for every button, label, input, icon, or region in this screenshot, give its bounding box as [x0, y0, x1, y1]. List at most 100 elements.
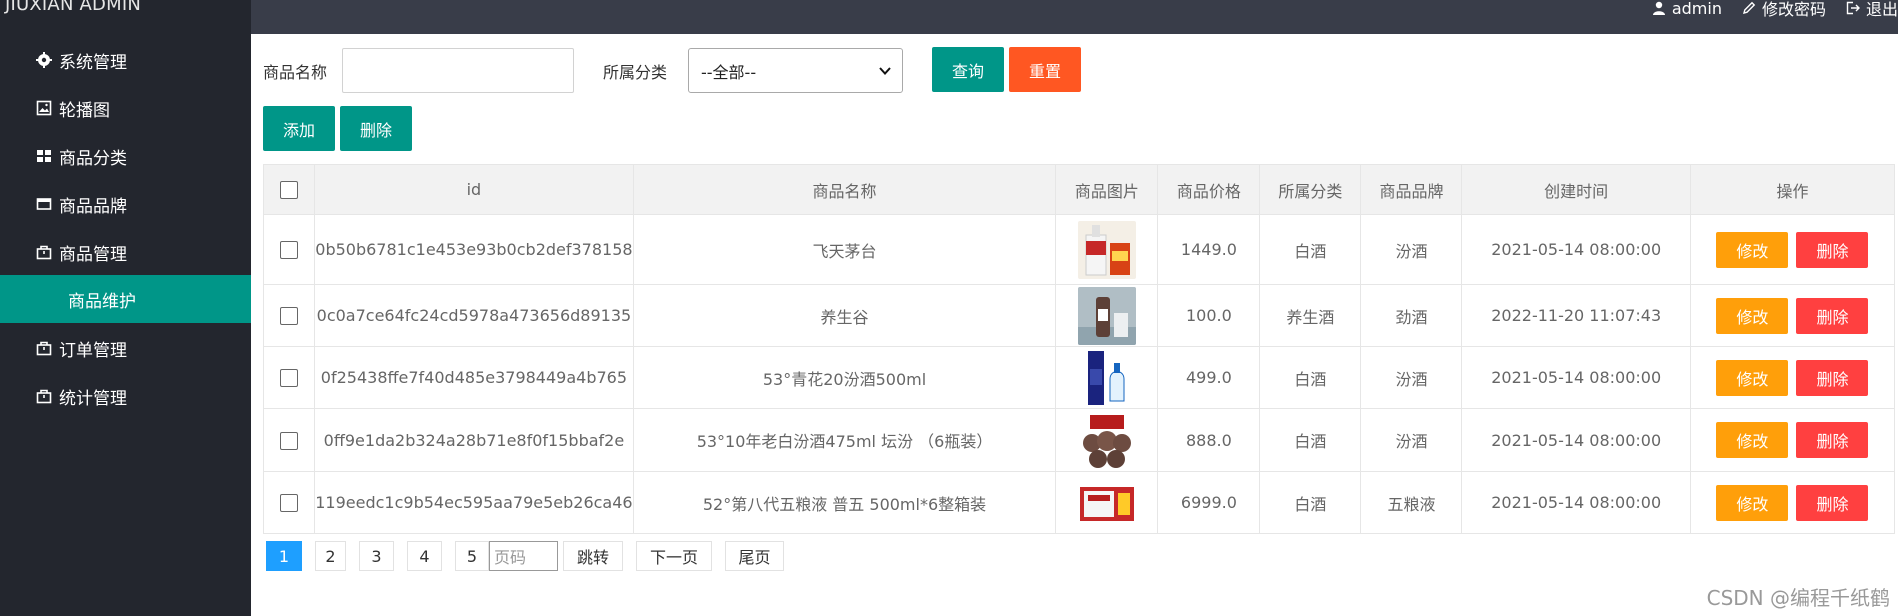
last-page-button[interactable]: 尾页: [725, 541, 784, 571]
page-number-input[interactable]: 页码: [489, 541, 558, 571]
chevron-down-icon: [879, 67, 891, 75]
cell-price: 888.0: [1157, 408, 1261, 472]
cell-created: 2021-05-14 08:00:00: [1461, 408, 1691, 472]
gear-icon: [35, 51, 53, 69]
cell-actions: 修改 删除: [1689, 284, 1896, 347]
table-row: 0b50b6781c1e453e93b0cb2def378158 飞天茅台 14…: [262, 214, 1896, 285]
goods-name-input[interactable]: [342, 48, 574, 93]
reset-button[interactable]: 重置: [1009, 47, 1081, 92]
cell-image: [1055, 346, 1159, 409]
cell-brand: 汾酒: [1360, 346, 1463, 409]
batch-delete-button[interactable]: 删除: [340, 106, 412, 151]
logout-icon: [1846, 1, 1860, 15]
pagination: 1 2 3 4 5 页码 跳转 下一页 尾页: [266, 541, 797, 571]
page-3[interactable]: 3: [359, 541, 394, 571]
product-image: [1077, 411, 1136, 469]
sidebar-item-goods[interactable]: 商品管理: [0, 228, 251, 276]
edit-button[interactable]: 修改: [1716, 231, 1789, 268]
select-all-checkbox[interactable]: [280, 181, 299, 200]
image-icon: [35, 99, 53, 117]
sidebar-item-label: 统计管理: [59, 388, 127, 409]
col-header-image: 商品图片: [1055, 164, 1159, 215]
page-5[interactable]: 5: [455, 541, 489, 571]
watermark: CSDN @编程千纸鹤: [1706, 586, 1890, 610]
table-header-row: id 商品名称 商品图片 商品价格 所属分类 商品品牌 创建时间 操作: [262, 164, 1896, 215]
cell-id: 119eedc1c9b54ec595aa79e5eb26ca46: [314, 471, 634, 534]
bag-icon: [35, 243, 53, 261]
row-checkbox[interactable]: [280, 241, 299, 260]
sidebar-item-category[interactable]: 商品分类: [0, 132, 251, 180]
top-bar: admin 修改密码 退出: [251, 0, 1898, 34]
cell-brand: 五粮液: [1360, 471, 1463, 534]
col-header-id: id: [314, 164, 634, 215]
col-header-category: 所属分类: [1259, 164, 1362, 215]
cell-brand: 汾酒: [1360, 408, 1463, 472]
edit-button[interactable]: 修改: [1716, 484, 1789, 521]
cell-actions: 修改 删除: [1689, 408, 1896, 472]
col-header-brand: 商品品牌: [1360, 164, 1463, 215]
delete-button[interactable]: 删除: [1796, 297, 1869, 334]
category-select[interactable]: --全部--: [688, 48, 903, 93]
row-select-cell: [262, 214, 316, 285]
row-checkbox[interactable]: [280, 494, 299, 513]
col-header-actions: 操作: [1689, 164, 1896, 215]
cell-price: 499.0: [1157, 346, 1261, 409]
goods-name-label: 商品名称: [263, 63, 328, 82]
row-checkbox[interactable]: [280, 369, 299, 388]
product-image: [1077, 480, 1136, 525]
edit-button[interactable]: 修改: [1716, 359, 1789, 396]
cell-created: 2021-05-14 08:00:00: [1461, 346, 1691, 409]
delete-button[interactable]: 删除: [1796, 422, 1869, 458]
user-menu[interactable]: admin: [1652, 0, 1722, 18]
delete-button[interactable]: 删除: [1796, 359, 1869, 396]
sidebar-item-carousel[interactable]: 轮播图: [0, 84, 251, 132]
edit-button[interactable]: 修改: [1716, 422, 1789, 458]
cell-category: 养生酒: [1259, 284, 1362, 347]
delete-button[interactable]: 删除: [1796, 231, 1869, 268]
cell-id: 0f25438ffe7f40d485e3798449a4b765: [314, 346, 634, 409]
cell-actions: 修改 删除: [1689, 471, 1896, 534]
select-all-cell: [262, 164, 316, 215]
cell-image: [1055, 471, 1159, 534]
sidebar-item-goods-maintain[interactable]: 商品维护: [0, 275, 251, 323]
page-2[interactable]: 2: [315, 541, 346, 571]
product-image: [1077, 220, 1136, 279]
add-button[interactable]: 添加: [263, 106, 335, 151]
grid-icon: [35, 147, 53, 165]
cell-image: [1055, 284, 1159, 347]
sidebar-item-brand[interactable]: 商品品牌: [0, 180, 251, 228]
sidebar-item-label: 商品管理: [59, 244, 127, 265]
logout-link[interactable]: 退出: [1846, 0, 1898, 20]
goods-table: id 商品名称 商品图片 商品价格 所属分类 商品品牌 创建时间 操作 0b50…: [262, 164, 1896, 534]
sidebar-item-system[interactable]: 系统管理: [0, 36, 251, 84]
sidebar-item-orders[interactable]: 订单管理: [0, 324, 251, 372]
username: admin: [1671, 0, 1722, 18]
cell-price: 6999.0: [1157, 471, 1261, 534]
table-row: 0c0a7ce64fc24cd5978a473656d89135 养生谷 100…: [262, 284, 1896, 347]
sidebar-item-stats[interactable]: 统计管理: [0, 372, 251, 420]
page-4[interactable]: 4: [407, 541, 442, 571]
table-row: 0f25438ffe7f40d485e3798449a4b765 53°青花20…: [262, 346, 1896, 409]
cell-category: 白酒: [1259, 346, 1362, 409]
cell-price: 100.0: [1157, 284, 1261, 347]
row-select-cell: [262, 471, 316, 534]
delete-button[interactable]: 删除: [1796, 484, 1869, 521]
product-image: [1077, 348, 1136, 407]
category-selected: --全部--: [701, 62, 757, 82]
edit-button[interactable]: 修改: [1716, 297, 1789, 334]
change-password-link[interactable]: 修改密码: [1742, 0, 1826, 20]
query-button[interactable]: 查询: [932, 47, 1004, 92]
jump-button[interactable]: 跳转: [563, 541, 623, 571]
category-label: 所属分类: [603, 63, 668, 82]
cell-category: 白酒: [1259, 214, 1362, 285]
cell-category: 白酒: [1259, 408, 1362, 472]
row-checkbox[interactable]: [280, 307, 299, 326]
next-page-button[interactable]: 下一页: [636, 541, 712, 571]
cell-actions: 修改 删除: [1689, 346, 1896, 409]
row-checkbox[interactable]: [280, 431, 299, 450]
table-row: 0ff9e1da2b324a28b71e8f0f15bbaf2e 53°10年老…: [262, 408, 1896, 472]
cell-created: 2021-05-14 08:00:00: [1461, 214, 1691, 285]
app-logo: JIUXIAN ADMIN: [5, 0, 142, 15]
page-1[interactable]: 1: [266, 541, 302, 571]
sidebar-item-label: 商品品牌: [59, 196, 127, 217]
